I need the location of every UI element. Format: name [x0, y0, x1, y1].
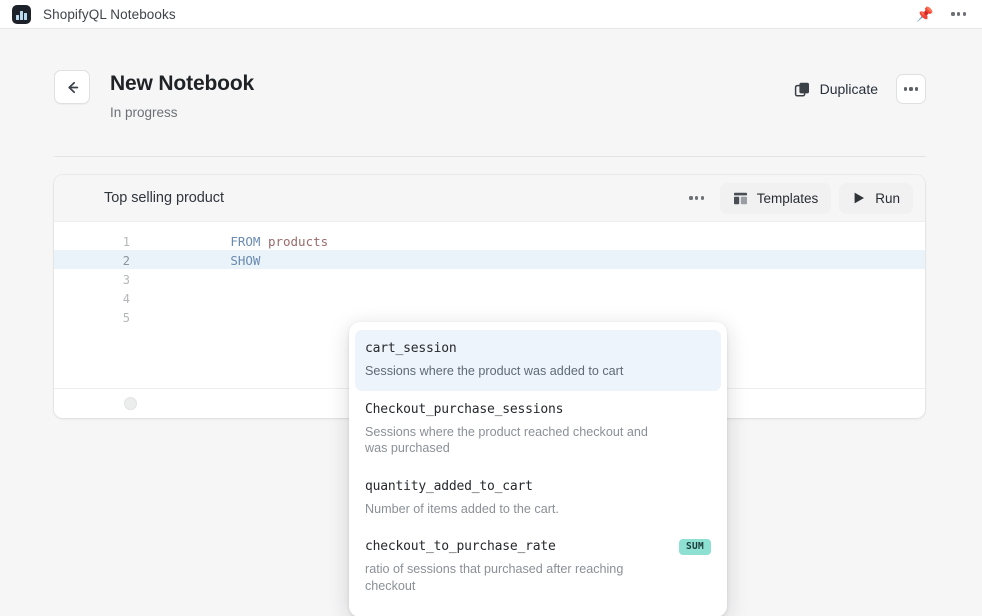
cell-menu-button[interactable]: [682, 184, 712, 212]
autocomplete-item-name: checkout_to_purchase_rate: [365, 539, 556, 554]
title-block: New Notebook In progress: [110, 70, 254, 120]
page-title: New Notebook: [110, 72, 255, 95]
run-button[interactable]: Run: [839, 182, 913, 214]
templates-button[interactable]: Templates: [719, 182, 832, 214]
autocomplete-item-name: Checkout_purchase_sessions: [365, 401, 564, 417]
autocomplete-item-row: cart_session: [365, 340, 711, 357]
play-icon: [854, 192, 865, 204]
duplicate-button[interactable]: Duplicate: [786, 75, 886, 104]
app-window: ShopifyQL Notebooks 📌 New Notebook In pr…: [0, 0, 982, 616]
code-line[interactable]: 4: [54, 289, 925, 308]
line-number: 5: [122, 310, 130, 325]
notebook-status: In progress: [110, 105, 178, 120]
autocomplete-item-row: checkout_to_purchase_rate SUM: [365, 538, 711, 555]
autocomplete-item-description: ratio of sessions that purchased after r…: [365, 562, 624, 593]
autocomplete-item[interactable]: checkout_to_purchase_rate SUM ratio of s…: [349, 528, 727, 605]
bar-chart-icon: [12, 4, 31, 24]
pin-icon[interactable]: 📌: [916, 7, 933, 21]
autocomplete-item-row: Checkout_purchase_sessions: [365, 401, 711, 418]
autocomplete-item-name: cart_session: [365, 341, 457, 356]
line-number: 1: [122, 234, 130, 249]
code-line[interactable]: 3: [54, 270, 925, 289]
line-number: 2: [122, 253, 130, 268]
cell-title[interactable]: Top selling product: [104, 190, 224, 206]
templates-label: Templates: [756, 190, 819, 206]
cell-header-actions: Templates Run: [682, 182, 913, 214]
templates-layout-icon: [733, 192, 747, 204]
autocomplete-popover: cart_session Sessions where the product …: [349, 322, 727, 616]
notebook-more-button[interactable]: [896, 74, 926, 104]
top-bar-menu-button[interactable]: [951, 12, 966, 16]
add-cell-icon[interactable]: [124, 397, 137, 410]
page-body: New Notebook In progress Duplicate Top s…: [0, 29, 982, 616]
app-title: ShopifyQL Notebooks: [43, 6, 176, 22]
autocomplete-item-row: quantity_added_to_cart: [365, 478, 711, 495]
header-actions: Duplicate: [786, 70, 926, 104]
autocomplete-item[interactable]: quantity_added_to_cart Number of items a…: [349, 468, 727, 529]
code-identifier: products: [260, 234, 329, 249]
arrow-left-icon: [67, 81, 78, 93]
autocomplete-item-name: quantity_added_to_cart: [365, 478, 533, 494]
aggregation-badge: SUM: [678, 539, 711, 555]
duplicate-label: Duplicate: [819, 81, 878, 97]
cell-header: Top selling product Templates Run: [54, 175, 925, 222]
code-keyword: SHOW: [230, 253, 261, 268]
header-divider: [54, 156, 926, 157]
top-bar: ShopifyQL Notebooks 📌: [0, 0, 982, 29]
code-line[interactable]: 2 SHOW: [54, 251, 925, 270]
notebook-header: New Notebook In progress Duplicate: [54, 70, 926, 120]
line-number: 4: [122, 291, 130, 306]
autocomplete-item-description: Sessions where the product was added to …: [365, 364, 624, 378]
top-bar-actions: 📌: [916, 7, 970, 21]
autocomplete-item[interactable]: cart_session Sessions where the product …: [355, 330, 721, 391]
duplicate-icon: [794, 82, 809, 97]
autocomplete-item-description: Sessions where the product reached check…: [365, 424, 648, 456]
run-label: Run: [875, 190, 900, 206]
autocomplete-item[interactable]: Checkout_purchase_sessions Sessions wher…: [349, 391, 727, 468]
line-number: 3: [122, 272, 130, 287]
autocomplete-item-description: Number of items added to the cart.: [365, 501, 559, 516]
back-button[interactable]: [54, 70, 90, 104]
